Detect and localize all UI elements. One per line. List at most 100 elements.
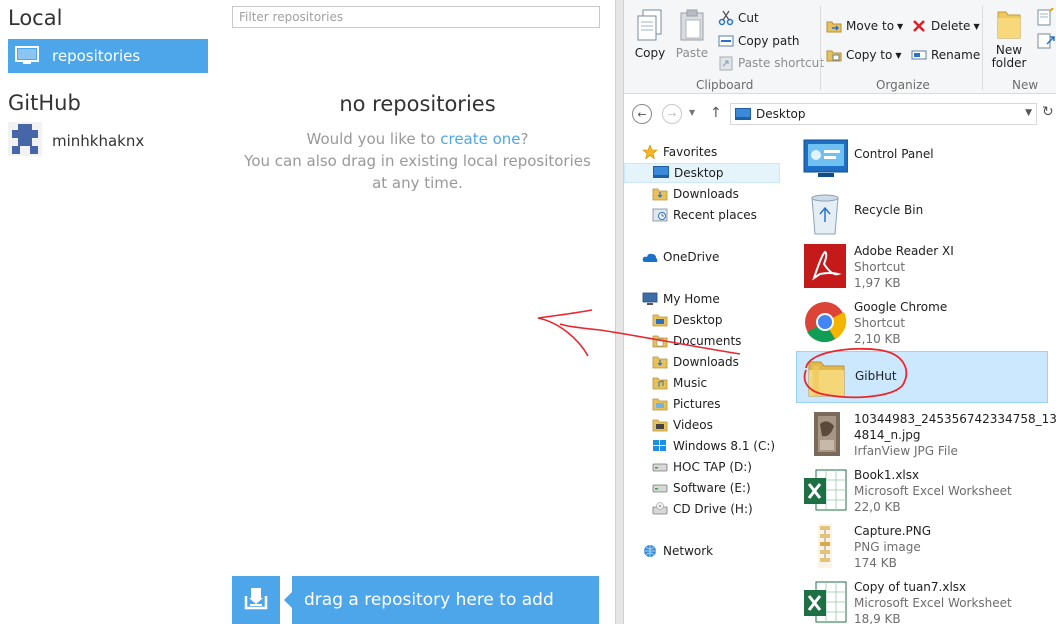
window-divider (615, 0, 624, 624)
new-folder-icon (993, 8, 1025, 40)
file-item-control-panel[interactable]: Control Panel (796, 132, 1048, 184)
address-chevron-down-icon[interactable]: ▼ (1025, 108, 1032, 118)
windows-drive-icon (652, 439, 668, 453)
tree-item-downloads[interactable]: Downloads (652, 184, 739, 204)
recycle-bin-icon (802, 192, 848, 236)
tree-item-network[interactable]: Network (642, 541, 713, 561)
file-item-adobe-reader[interactable]: Adobe Reader XI Shortcut 1,97 KB (796, 240, 1048, 292)
chrome-icon (802, 300, 848, 344)
tree-item-favorites[interactable]: Favorites (642, 142, 717, 162)
file-item-book1-xlsx[interactable]: Book1.xlsx Microsoft Excel Worksheet 22,0 … (796, 464, 1048, 516)
file-item-copy-of-tuan7-xlsx[interactable]: Copy of tuan7.xlsx Microsoft Excel Worksh… (796, 576, 1048, 624)
add-repository-button[interactable] (232, 576, 280, 624)
file-type: IrfanView JPG File (854, 444, 958, 458)
rename-label: Rename (931, 48, 981, 62)
copy-path-icon (718, 33, 734, 49)
tree-item-label: Favorites (663, 145, 718, 159)
easy-access-button[interactable] (1034, 32, 1056, 53)
local-repositories-item[interactable]: repositories (8, 39, 208, 73)
cut-label: Cut (738, 11, 759, 25)
organize-group-label: Organize (876, 78, 930, 92)
empty-state-suffix: ? (520, 130, 529, 148)
rename-button[interactable]: Rename (911, 45, 980, 65)
file-item-gibhut-folder[interactable]: GibHut (796, 351, 1048, 403)
empty-state-line-1: Would you like to create one? (220, 130, 615, 148)
move-to-button[interactable]: Move to ▼ (826, 16, 903, 36)
paste-button[interactable]: Paste (672, 8, 712, 60)
paste-shortcut-button[interactable]: Paste shortcut (718, 53, 824, 73)
drag-repository-drop-zone[interactable]: drag a repository here to add (284, 576, 599, 624)
tree-item-onedrive[interactable]: OneDrive (642, 247, 719, 267)
tree-item-label: Downloads (673, 355, 739, 369)
tree-item-home-desktop[interactable]: Desktop (652, 310, 723, 330)
tree-item-pictures[interactable]: Pictures (652, 394, 721, 414)
control-panel-icon (802, 136, 849, 180)
file-name: Recycle Bin (854, 203, 924, 217)
file-size: 1,97 KB (854, 276, 901, 290)
ribbon: Copy Paste Cut Copy path Paste shortcut (624, 0, 1056, 94)
github-account-item[interactable]: minhkhaknx (8, 122, 144, 158)
tree-item-drive-c[interactable]: Windows 8.1 (C:) (652, 436, 775, 456)
tree-item-drive-d[interactable]: HOC TAP (D:) (652, 457, 752, 477)
file-item-recycle-bin[interactable]: Recycle Bin (796, 188, 1048, 240)
tree-item-desktop[interactable]: Desktop (624, 163, 780, 183)
move-to-icon (826, 18, 842, 34)
image-thumbnail (802, 412, 848, 456)
folder-icon (652, 418, 668, 432)
folder-icon (652, 313, 668, 327)
file-name: GibHut (855, 369, 897, 383)
copy-to-button[interactable]: Copy to ▼ (826, 45, 901, 65)
tree-item-label: Recent places (673, 208, 757, 222)
copy-label: Copy (634, 46, 666, 60)
address-bar[interactable]: Desktop ▼ (730, 103, 1037, 125)
tree-item-label: HOC TAP (D:) (673, 460, 752, 474)
new-item-icon (1034, 7, 1056, 31)
file-name: Book1.xlsx (854, 468, 920, 482)
new-folder-button[interactable]: New folder (988, 8, 1030, 70)
tree-item-videos[interactable]: Videos (652, 415, 713, 435)
tree-item-recent-places[interactable]: Recent places (652, 205, 757, 225)
copy-button[interactable]: Copy (630, 8, 670, 60)
tree-item-drive-e[interactable]: Software (E:) (652, 478, 751, 498)
tree-item-my-home[interactable]: My Home (642, 289, 720, 309)
tree-item-drive-h[interactable]: CD Drive (H:) (652, 499, 753, 519)
computer-icon (642, 292, 658, 306)
star-icon (642, 144, 658, 160)
excel-icon (802, 580, 848, 624)
create-one-link[interactable]: create one (440, 130, 520, 148)
copy-path-button[interactable]: Copy path (718, 31, 800, 51)
onedrive-icon (642, 250, 658, 264)
delete-button[interactable]: Delete ▼ (911, 16, 980, 36)
file-size: 2,10 KB (854, 332, 901, 346)
forward-button[interactable]: → (662, 104, 682, 124)
file-item-google-chrome[interactable]: Google Chrome Shortcut 2,10 KB (796, 296, 1048, 348)
back-button[interactable]: ← (632, 104, 652, 124)
up-arrow-icon[interactable]: ↑ (710, 105, 722, 121)
tree-item-home-downloads[interactable]: Downloads (652, 352, 739, 372)
empty-state-line-2: You can also drag in existing local repo… (244, 152, 591, 170)
scissors-icon (718, 10, 734, 26)
refresh-icon[interactable]: ↻ (1042, 104, 1054, 120)
file-name: Adobe Reader XI (854, 244, 954, 258)
tree-item-music[interactable]: Music (652, 373, 707, 393)
screen: Local repositories GitHub minhkhaknx no … (0, 0, 1056, 624)
ribbon-separator (820, 6, 821, 90)
tree-item-label: My Home (663, 292, 720, 306)
tree-item-label: Pictures (673, 397, 721, 411)
filter-repositories-input[interactable] (232, 6, 600, 28)
recent-locations-chevron-icon[interactable]: ▼ (689, 108, 695, 117)
file-item-capture-png[interactable]: Capture.PNG PNG image 174 KB (796, 520, 1048, 572)
tree-item-label: Windows 8.1 (C:) (673, 439, 776, 453)
file-item-jpg-image[interactable]: 10344983_245356742334758_135653 4814_n.jp… (796, 408, 1056, 460)
desktop-icon (735, 108, 751, 120)
folder-icon (652, 334, 668, 348)
new-folder-label-line-2: folder (991, 56, 1027, 70)
file-name: Capture.PNG (854, 524, 932, 538)
file-size: 174 KB (854, 556, 897, 570)
file-type: PNG image (854, 540, 921, 554)
new-item-button[interactable] (1034, 7, 1056, 31)
tree-item-documents[interactable]: Documents (652, 331, 741, 351)
file-name-continued: 4814_n.jpg (854, 428, 921, 442)
tree-item-label: Desktop (673, 313, 723, 327)
cut-button[interactable]: Cut (718, 8, 759, 28)
